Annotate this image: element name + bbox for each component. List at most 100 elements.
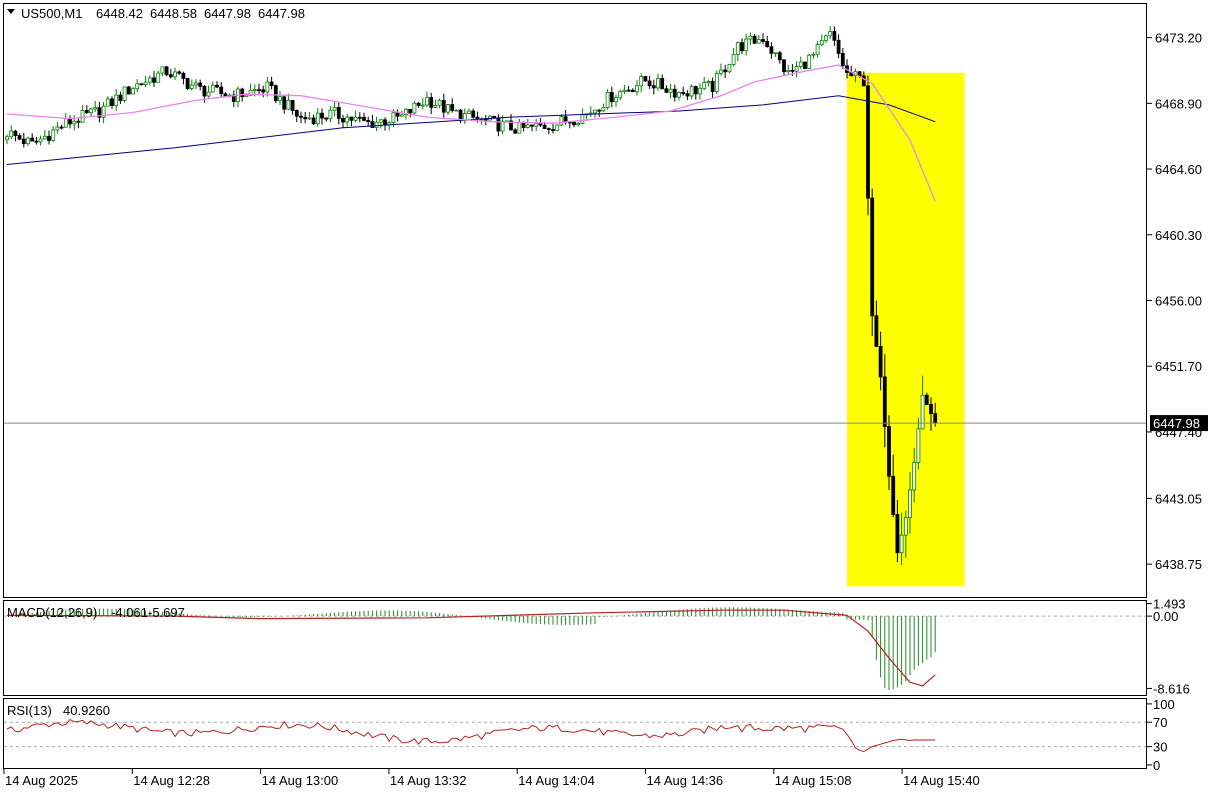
candle-body (303, 116, 308, 120)
candle-body (924, 394, 929, 405)
candle-body (273, 85, 278, 102)
candle-body (870, 197, 875, 317)
candle-body (576, 122, 581, 126)
candle-body (362, 116, 366, 121)
time-tick-label: 14 Aug 14:04 (518, 773, 595, 788)
candle-body (26, 137, 30, 145)
candle-body (643, 76, 648, 82)
candle-body (156, 72, 161, 83)
rsi-title: RSI(13) (7, 703, 52, 718)
candle-body (143, 81, 148, 85)
candle-body (878, 345, 883, 378)
slow-moving-average-line (6, 95, 936, 165)
price-tick-label: 6468.90 (1155, 96, 1202, 111)
candle-body (714, 73, 719, 92)
candle-body (597, 109, 602, 112)
candle-body (639, 76, 644, 87)
candle-body (345, 116, 350, 123)
candle-body (278, 96, 282, 102)
candle-body (840, 53, 845, 67)
candle-body (59, 126, 64, 129)
candle-body (311, 117, 316, 125)
candle-body (13, 130, 18, 136)
candle-body (681, 91, 686, 95)
candle-body (857, 71, 862, 77)
candle-body (920, 394, 925, 430)
candle-body (93, 107, 98, 110)
rsi-value: 40.9260 (63, 703, 110, 718)
rsi-tick-label: 0 (1153, 758, 1160, 773)
macd-tick-label: -8.616 (1153, 681, 1190, 696)
macd-value-signal: -5.697 (148, 605, 185, 620)
time-tick-label: 14 Aug 12:28 (133, 773, 210, 788)
candle-body (55, 126, 60, 131)
price-plot (4, 26, 1146, 587)
candle-body (618, 91, 623, 99)
candle-body (349, 116, 354, 121)
candle-body (412, 102, 417, 114)
candle-body (189, 84, 194, 89)
candle-body (622, 89, 627, 92)
time-tick-label: 14 Aug 14:36 (647, 773, 724, 788)
candle-body (660, 78, 665, 90)
candle-body (723, 69, 728, 73)
candle-body (408, 108, 413, 114)
macd-tick-label: 0.00 (1153, 609, 1178, 624)
price-tick-label: 6443.05 (1155, 491, 1202, 506)
candle-body (374, 121, 379, 128)
candle-body (223, 93, 228, 97)
candle-body (5, 136, 9, 141)
candle-body (538, 123, 543, 126)
candle-body (433, 104, 438, 108)
time-tick-label: 14 Aug 13:32 (390, 773, 467, 788)
ohlc-low: 6447.98 (204, 6, 251, 21)
candle-body (664, 88, 669, 93)
candle-body (702, 82, 707, 89)
candle-body (685, 93, 690, 97)
candle-body (740, 42, 744, 52)
candle-body (693, 86, 698, 95)
candle-body (202, 85, 207, 97)
rsi-panel-frame (3, 698, 1147, 769)
candle-body (63, 118, 68, 128)
candle-body (328, 109, 333, 120)
candle-body (261, 89, 266, 93)
candle-body (828, 31, 833, 37)
candle-body (521, 122, 526, 128)
current-price-label: 6447.98 (1153, 416, 1200, 431)
candle-body (47, 135, 51, 141)
candle-body (815, 44, 820, 55)
candle-body (152, 77, 156, 83)
ohlc-open: 6448.42 (96, 6, 143, 21)
candle-body (735, 42, 740, 55)
macd-title: MACD(12,26,9) (7, 605, 97, 620)
candle-body (9, 130, 14, 138)
candle-body (252, 89, 257, 92)
time-tick-label: 14 Aug 2025 (5, 773, 78, 788)
candle-body (525, 124, 530, 128)
candle-body (122, 86, 127, 101)
candle-body (895, 514, 900, 554)
candle-body (786, 69, 791, 73)
candle-body (366, 119, 371, 123)
candle-body (874, 315, 879, 347)
candle-body (315, 112, 320, 125)
candle-body (605, 92, 610, 108)
candle-body (836, 39, 841, 54)
time-tick-label: 14 Aug 15:08 (775, 773, 852, 788)
rsi-tick-label: 70 (1153, 715, 1167, 730)
candle-body (912, 462, 917, 491)
candle-body (727, 64, 732, 73)
candle-body (811, 53, 816, 56)
candle-body (790, 69, 795, 72)
price-tick-label: 6438.75 (1155, 557, 1202, 572)
candle-body (756, 39, 761, 44)
candle-body (782, 59, 786, 73)
candle-body (135, 83, 140, 90)
candle-body (450, 104, 455, 111)
candle-body (769, 46, 774, 54)
candle-body (341, 117, 345, 123)
candle-body (177, 71, 182, 74)
collapse-triangle-icon[interactable] (7, 9, 15, 14)
candle-body (777, 52, 782, 61)
